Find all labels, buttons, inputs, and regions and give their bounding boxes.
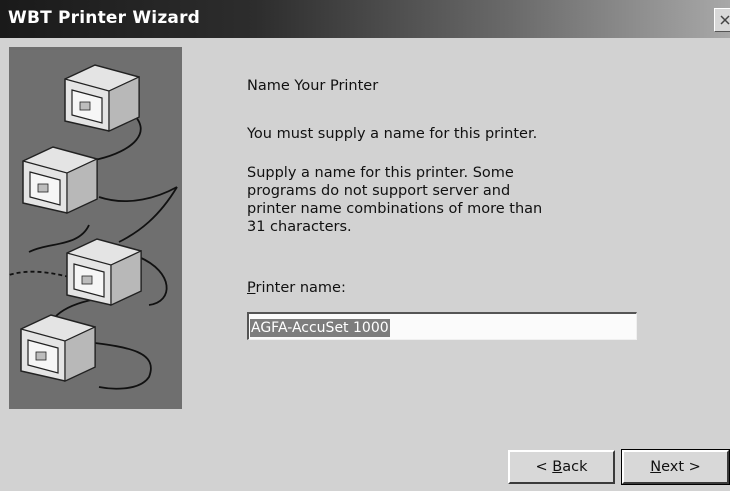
- page-title: Name Your Printer: [247, 78, 379, 94]
- close-icon: [720, 15, 730, 25]
- back-prefix: <: [535, 459, 553, 475]
- next-button[interactable]: Next >: [621, 449, 730, 485]
- back-mnemonic: B: [552, 459, 563, 475]
- next-mnemonic: N: [650, 459, 662, 475]
- label-text: rinter name:: [255, 280, 346, 296]
- printer-name-input[interactable]: AGFA-AccuSet 1000: [247, 312, 637, 340]
- page-subtitle: You must supply a name for this printer.: [247, 126, 538, 142]
- next-label: ext >: [661, 459, 701, 475]
- back-button[interactable]: < Back: [508, 450, 615, 484]
- printer-name-label: Printer name:: [247, 280, 346, 296]
- title-bar[interactable]: WBT Printer Wizard: [0, 0, 730, 38]
- window-title: WBT Printer Wizard: [8, 8, 201, 28]
- wizard-side-panel: [9, 47, 182, 409]
- back-label: ack: [562, 459, 588, 475]
- close-button[interactable]: [714, 8, 730, 32]
- wizard-window: WBT Printer Wizard Name Your Printer You…: [0, 0, 730, 491]
- page-description: Supply a name for this printer. Some pro…: [247, 165, 543, 235]
- networked-computers-illustration: [9, 64, 178, 390]
- printer-name-value: AGFA-AccuSet 1000: [250, 319, 390, 337]
- label-mnemonic: P: [247, 280, 256, 296]
